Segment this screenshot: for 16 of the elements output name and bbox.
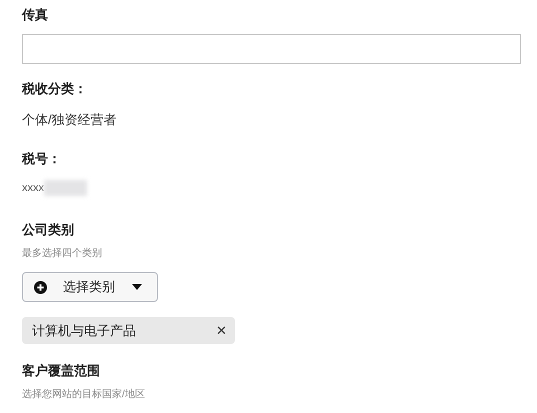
select-category-button[interactable]: 选择类别 xyxy=(22,272,158,302)
field-label: 传真 xyxy=(22,6,49,24)
field-label: 税号： xyxy=(22,150,62,168)
field-label: 客户覆盖范围 xyxy=(22,362,101,380)
field-label: 税收分类： xyxy=(22,80,88,98)
field-value: xxxx xyxy=(22,180,44,196)
close-button[interactable]: ✕ xyxy=(216,324,227,337)
hint-text: 选择您网站的目标国家/地区 xyxy=(22,388,146,402)
redaction-blur xyxy=(44,180,87,196)
tag-label: 计算机与电子产品 xyxy=(32,322,136,340)
field-label: 公司类别 xyxy=(22,221,75,239)
caret-icon xyxy=(132,284,142,290)
plus-circle-icon xyxy=(34,280,47,294)
hint-text: 最多选择四个类别 xyxy=(22,247,103,261)
input-field[interactable] xyxy=(22,34,521,64)
field-value: 个体/独资经营者 xyxy=(22,111,118,129)
